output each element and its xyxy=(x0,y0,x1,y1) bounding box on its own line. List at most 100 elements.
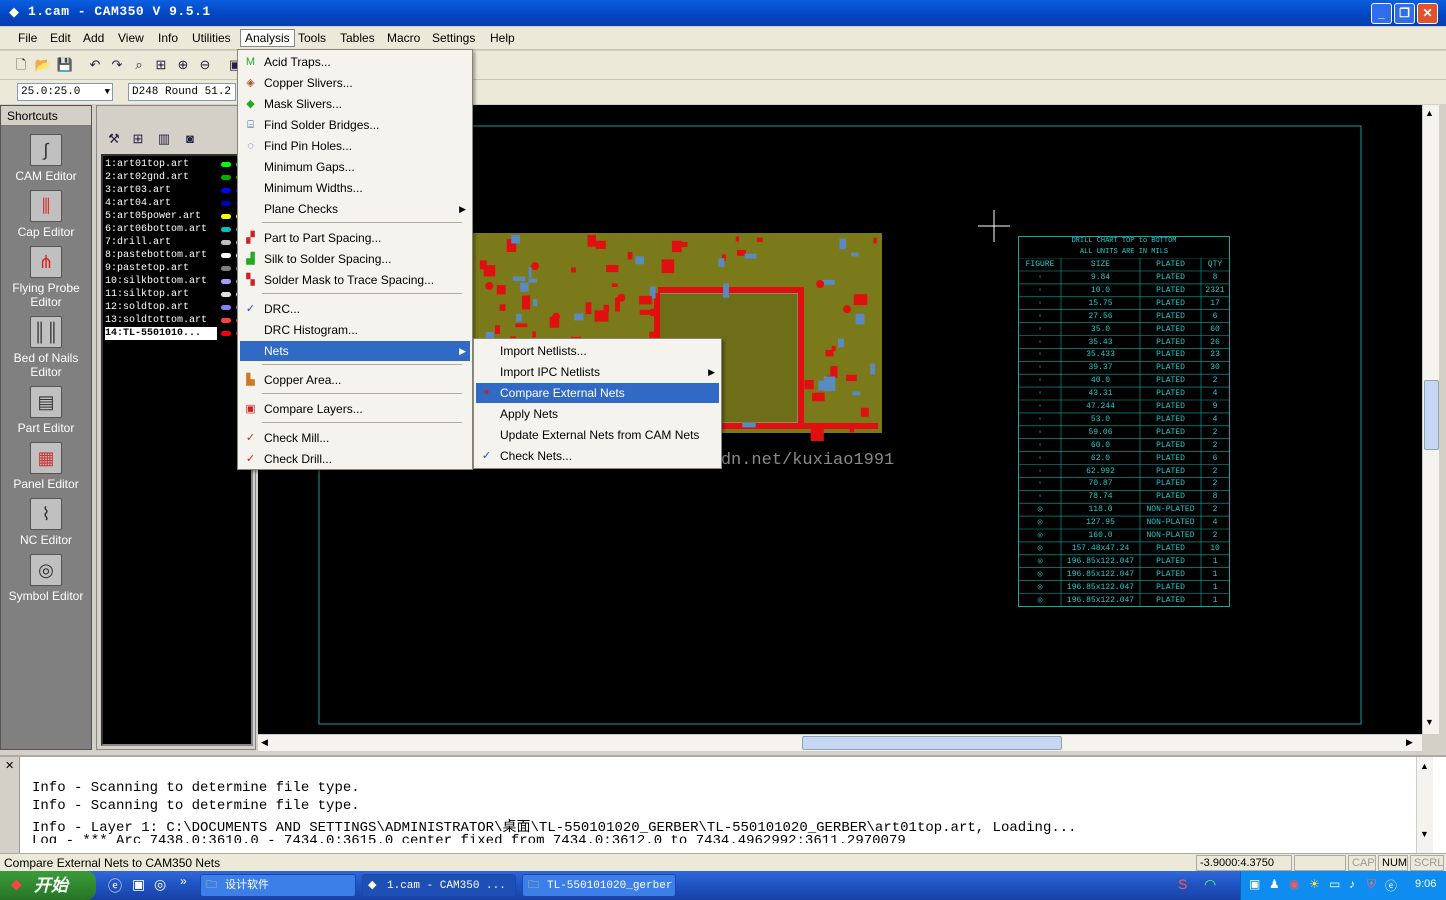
menu-analysis[interactable]: Analysis xyxy=(240,29,295,47)
menu-item-drc-histogram[interactable]: DRC Histogram... xyxy=(240,320,470,340)
menu-tools[interactable]: Tools xyxy=(298,31,326,45)
shield-icon[interactable]: ⛨ xyxy=(1367,877,1376,892)
menu-settings[interactable]: Settings xyxy=(432,31,475,45)
display-icon[interactable]: ▭ xyxy=(1329,877,1340,891)
layer-row[interactable]: 10:silkbottom.art xyxy=(105,275,251,288)
layer-color-swatch[interactable] xyxy=(221,175,231,180)
horizontal-scrollbar[interactable]: ◀ ▶ xyxy=(258,734,1422,751)
menu-item-import-netlists[interactable]: Import Netlists... xyxy=(476,341,719,361)
input-method-icon[interactable]: S xyxy=(1178,876,1187,892)
menu-item-update-external-nets-from-cam-nets[interactable]: Update External Nets from CAM Nets xyxy=(476,425,719,445)
security-icon[interactable]: ◉ xyxy=(1289,877,1299,891)
chevron-down-icon[interactable]: ▼ xyxy=(105,84,110,100)
menu-item-copper-area[interactable]: ▙ Copper Area... xyxy=(240,370,470,390)
layer-add-icon[interactable]: ⊞ xyxy=(129,130,147,148)
layer-row[interactable]: 7:drill.art xyxy=(105,236,251,249)
layer-row[interactable]: 2:art02gnd.art xyxy=(105,171,251,184)
layer-color-swatch[interactable] xyxy=(221,162,231,167)
open-file-icon[interactable]: 📂 xyxy=(34,56,52,74)
close-icon[interactable]: ✕ xyxy=(5,759,14,772)
layer-row[interactable]: 5:art05power.art xyxy=(105,210,251,223)
zoom-window-icon[interactable]: ⌕ xyxy=(130,56,148,74)
layer-row[interactable]: 4:art04.art xyxy=(105,197,251,210)
notification-icon[interactable]: ☀ xyxy=(1309,877,1320,891)
menu-utilities[interactable]: Utilities xyxy=(192,31,231,45)
menu-item-drc[interactable]: ✓ DRC... xyxy=(240,299,470,319)
layer-color-swatch[interactable] xyxy=(221,201,231,206)
qq-icon[interactable]: ♟ xyxy=(1269,877,1280,891)
menu-item-check-mill[interactable]: ✓ Check Mill... xyxy=(240,428,470,448)
scroll-left-icon[interactable]: ◀ xyxy=(261,737,268,748)
menu-item-compare-layers[interactable]: ▣ Compare Layers... xyxy=(240,399,470,419)
minimize-button[interactable]: _ xyxy=(1371,3,1392,24)
log-scrollbar[interactable]: ▲ ▼ xyxy=(1416,757,1433,853)
menu-macro[interactable]: Macro xyxy=(387,31,420,45)
shortcut-panel-editor[interactable]: ▦ Panel Editor xyxy=(1,442,91,491)
zoom-all-icon[interactable]: ⊞ xyxy=(152,56,170,74)
menu-edit[interactable]: Edit xyxy=(50,31,71,45)
layer-row[interactable]: 13:soldtottom.art xyxy=(105,314,251,327)
shortcut-bed-of-nails-editor[interactable]: ║║ Bed of Nails Editor xyxy=(1,316,91,379)
layer-row[interactable]: 3:art03.art xyxy=(105,184,251,197)
menu-item-mask-slivers[interactable]: ◆ Mask Slivers... xyxy=(240,94,470,114)
menu-item-silk-to-solder-spacing[interactable]: ▟ Silk to Solder Spacing... xyxy=(240,249,470,269)
scroll-down-icon[interactable]: ▼ xyxy=(1420,829,1429,839)
menu-item-check-nets[interactable]: ✓ Check Nets... xyxy=(476,446,719,466)
shortcut-nc-editor[interactable]: ⌇ NC Editor xyxy=(1,498,91,547)
ie-icon[interactable]: ⓔ xyxy=(108,876,122,896)
vertical-scrollbar[interactable]: ▲ ▼ xyxy=(1422,105,1439,734)
menu-item-import-ipc-netlists[interactable]: Import IPC Netlists ▶ xyxy=(476,362,719,382)
dcode-field[interactable]: D248 Round 51.2 xyxy=(128,83,236,101)
menu-help[interactable]: Help xyxy=(490,31,515,45)
undo-icon[interactable]: ↶ xyxy=(86,56,104,74)
menu-item-compare-external-nets[interactable]: ✦ Compare External Nets xyxy=(476,383,719,403)
menu-item-part-to-part-spacing[interactable]: ▞ Part to Part Spacing... xyxy=(240,228,470,248)
scroll-down-icon[interactable]: ▼ xyxy=(1425,717,1434,727)
save-icon[interactable]: 💾 xyxy=(56,56,74,74)
new-file-icon[interactable]: 🗋 xyxy=(12,56,30,74)
layer-row[interactable]: 9:pastetop.art xyxy=(105,262,251,275)
layer-color-swatch[interactable] xyxy=(221,240,231,245)
network-icon[interactable]: ▣ xyxy=(1249,877,1260,891)
taskbar-item-gerber-folder[interactable]: 🗀 TL-550101020_gerber xyxy=(522,874,676,897)
maximize-button[interactable]: ❐ xyxy=(1394,3,1415,24)
layer-row[interactable]: 14:TL-5501010... xyxy=(105,327,246,340)
layer-color-swatch[interactable] xyxy=(221,227,231,232)
menu-item-plane-checks[interactable]: Plane Checks ▶ xyxy=(240,199,470,219)
menu-item-solder-mask-to-trace-spacing[interactable]: ▚ Solder Mask to Trace Spacing... xyxy=(240,270,470,290)
layer-row[interactable]: 11:silktop.art xyxy=(105,288,251,301)
layer-list[interactable]: 1:art01top.art 2:art02gnd.art 3:art03.art 4… xyxy=(101,154,253,746)
taskbar-item-cam350[interactable]: ◆ 1.cam - CAM350 ... xyxy=(362,874,516,897)
menu-file[interactable]: File xyxy=(18,31,37,45)
zoom-in-icon[interactable]: ⊕ xyxy=(174,56,192,74)
menu-item-minimum-gaps[interactable]: Minimum Gaps... xyxy=(240,157,470,177)
layer-color-swatch[interactable] xyxy=(221,331,231,336)
layer-color-icon[interactable]: ◙ xyxy=(181,130,199,148)
menu-info[interactable]: Info xyxy=(158,31,178,45)
chevron-right-icon[interactable]: » xyxy=(180,874,187,888)
layer-row[interactable]: 12:soldtop.art xyxy=(105,301,251,314)
menu-add[interactable]: Add xyxy=(83,31,104,45)
taskbar-item-folder[interactable]: 🗀 设计软件 xyxy=(200,874,356,897)
horizontal-scroll-thumb[interactable] xyxy=(802,736,1062,750)
layer-table-icon[interactable]: ▥ xyxy=(155,130,173,148)
menu-view[interactable]: View xyxy=(118,31,144,45)
layer-color-swatch[interactable] xyxy=(221,253,231,258)
menu-item-copper-slivers[interactable]: ◈ Copper Slivers... xyxy=(240,73,470,93)
redo-icon[interactable]: ↷ xyxy=(108,56,126,74)
app-icon[interactable]: ◆ xyxy=(6,4,22,20)
shortcut-flying-probe-editor[interactable]: ⋔ Flying Probe Editor xyxy=(1,246,91,309)
shortcut-cam-editor[interactable]: ∫ CAM Editor xyxy=(1,134,91,183)
vertical-scroll-thumb[interactable] xyxy=(1424,380,1439,450)
menu-item-acid-traps[interactable]: M Acid Traps... xyxy=(240,52,470,72)
layer-row[interactable]: 1:art01top.art xyxy=(105,158,251,171)
menu-item-find-pin-holes[interactable]: ◌ Find Pin Holes... xyxy=(240,136,470,156)
layer-color-swatch[interactable] xyxy=(221,266,231,271)
browser-tray-icon[interactable]: ⓔ xyxy=(1385,877,1397,894)
layer-color-swatch[interactable] xyxy=(221,188,231,193)
menu-item-minimum-widths[interactable]: Minimum Widths... xyxy=(240,178,470,198)
layer-row[interactable]: 8:pastebottom.art xyxy=(105,249,251,262)
browser-icon[interactable]: ◎ xyxy=(154,876,166,893)
layer-color-swatch[interactable] xyxy=(221,279,231,284)
menu-item-check-drill[interactable]: ✓ Check Drill... xyxy=(240,449,470,469)
